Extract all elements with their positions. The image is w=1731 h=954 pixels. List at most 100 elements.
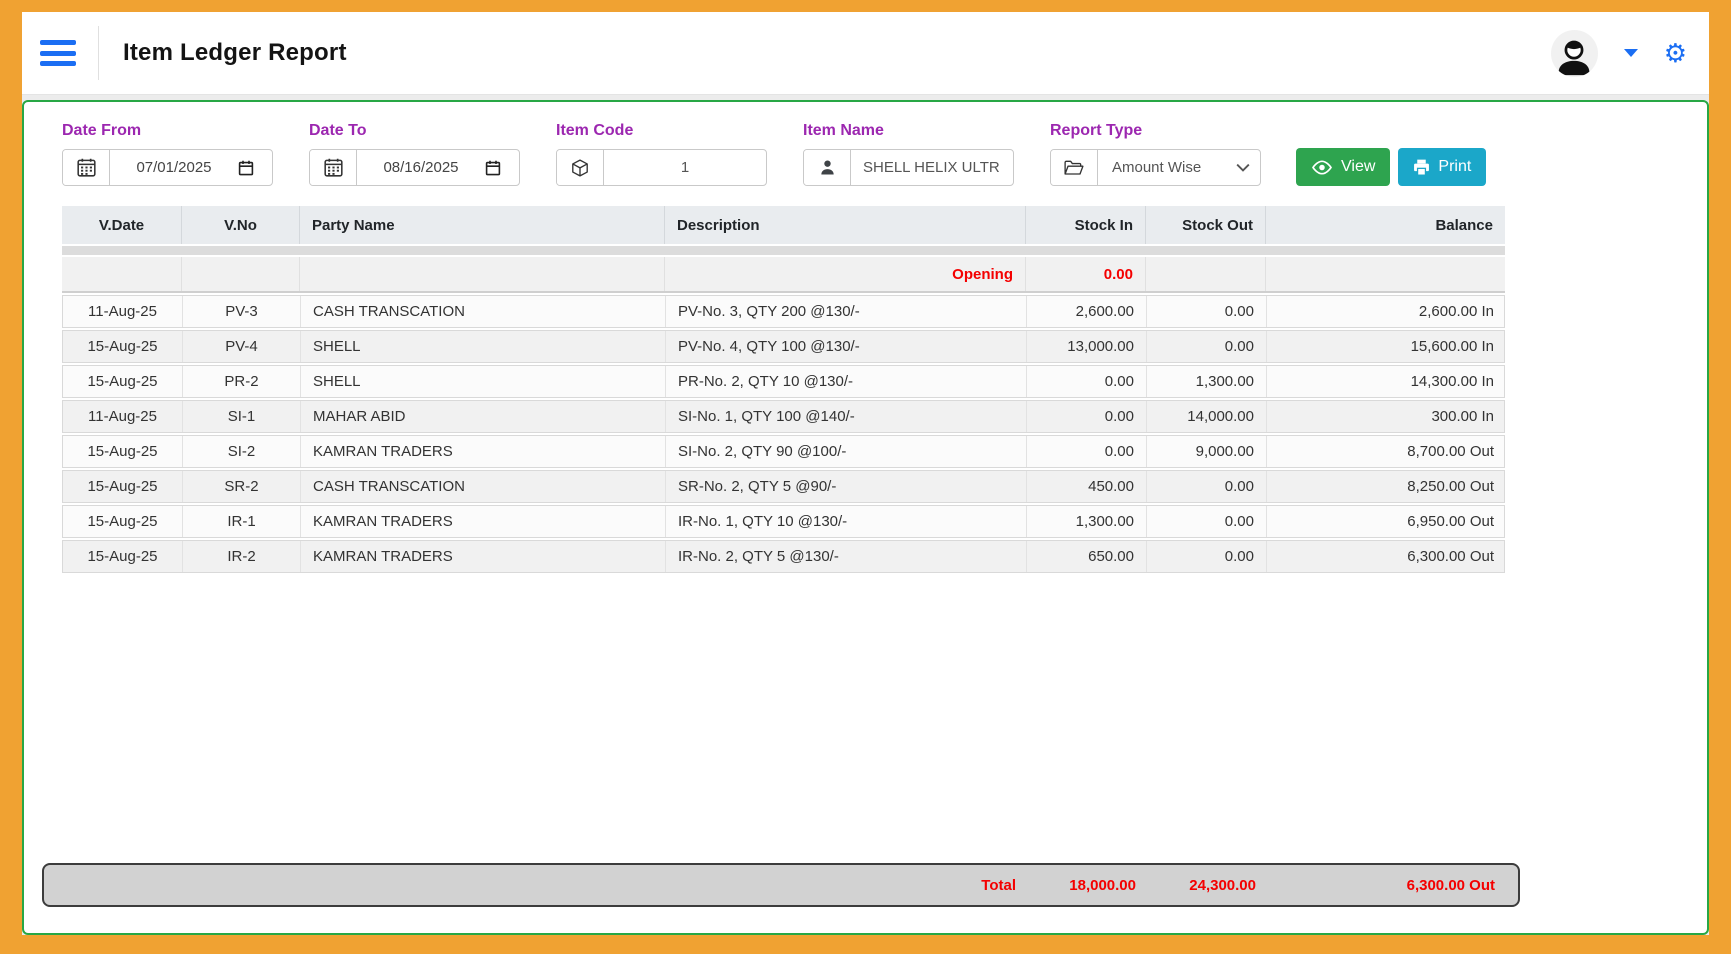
opening-label: Opening bbox=[665, 257, 1026, 291]
cell-stock-out: 9,000.00 bbox=[1147, 436, 1267, 467]
date-from-input[interactable]: 07/01/2025 bbox=[110, 150, 238, 185]
item-name-input[interactable]: SHELL HELIX ULTR bbox=[851, 150, 1013, 185]
cell-stock-out: 0.00 bbox=[1147, 506, 1267, 537]
view-button[interactable]: View bbox=[1296, 148, 1390, 186]
eye-icon bbox=[1311, 160, 1333, 175]
cell-balance: 6,300.00 Out bbox=[1267, 541, 1506, 572]
col-header-vno: V.No bbox=[182, 206, 300, 244]
report-type-value: Amount Wise bbox=[1112, 159, 1201, 176]
total-label: Total bbox=[667, 877, 1028, 894]
cell-vdate: 15-Aug-25 bbox=[63, 506, 183, 537]
cell-vno: IR-1 bbox=[183, 506, 301, 537]
cell-stock-in: 650.00 bbox=[1027, 541, 1147, 572]
item-code-label: Item Code bbox=[556, 122, 767, 140]
col-header-balance: Balance bbox=[1266, 206, 1505, 244]
cell-desc: PR-No. 2, QTY 10 @130/- bbox=[666, 366, 1027, 397]
ledger-table: V.Date V.No Party Name Description Stock… bbox=[62, 206, 1505, 573]
cell-balance: 14,300.00 In bbox=[1267, 366, 1506, 397]
cell-party: CASH TRANSCATION bbox=[301, 471, 666, 502]
view-button-label: View bbox=[1341, 158, 1375, 176]
table-row: 11-Aug-25 PV-3 CASH TRANSCATION PV-No. 3… bbox=[62, 295, 1505, 328]
table-row: 15-Aug-25 PR-2 SHELL PR-No. 2, QTY 10 @1… bbox=[62, 365, 1505, 398]
settings-gear-icon[interactable]: ⚙ bbox=[1664, 40, 1687, 66]
cell-vdate: 11-Aug-25 bbox=[63, 401, 183, 432]
total-balance: 6,300.00 Out bbox=[1268, 877, 1507, 894]
date-to-group: Date To bbox=[309, 122, 520, 186]
header-divider bbox=[98, 26, 99, 80]
col-header-vdate: V.Date bbox=[62, 206, 182, 244]
table-row: 11-Aug-25 SI-1 MAHAR ABID SI-No. 1, QTY … bbox=[62, 400, 1505, 433]
item-code-group: Item Code 1 bbox=[556, 122, 767, 186]
cell-vno: PR-2 bbox=[183, 366, 301, 397]
table-row: 15-Aug-25 SI-2 KAMRAN TRADERS SI-No. 2, … bbox=[62, 435, 1505, 468]
app-window: Item Ledger Report ⚙ Date From bbox=[22, 12, 1709, 935]
item-code-input[interactable]: 1 bbox=[604, 150, 766, 185]
col-header-party: Party Name bbox=[300, 206, 665, 244]
date-picker-icon[interactable] bbox=[485, 150, 519, 185]
page-frame: Item Ledger Report ⚙ Date From bbox=[0, 0, 1731, 954]
printer-icon bbox=[1413, 159, 1430, 176]
print-button-label: Print bbox=[1438, 158, 1471, 176]
cell-vdate: 15-Aug-25 bbox=[63, 331, 183, 362]
item-name-label: Item Name bbox=[803, 122, 1014, 140]
table-row: 15-Aug-25 IR-2 KAMRAN TRADERS IR-No. 2, … bbox=[62, 540, 1505, 573]
cell-party: KAMRAN TRADERS bbox=[301, 436, 666, 467]
cell-vno: PV-3 bbox=[183, 296, 301, 327]
cell-stock-in: 0.00 bbox=[1027, 436, 1147, 467]
cell-vno: PV-4 bbox=[183, 331, 301, 362]
cell-stock-in: 1,300.00 bbox=[1027, 506, 1147, 537]
cell-vno: SR-2 bbox=[183, 471, 301, 502]
item-name-group: Item Name SHELL HELIX ULTR bbox=[803, 122, 1014, 186]
cell-party: CASH TRANSCATION bbox=[301, 296, 666, 327]
cell-stock-in: 450.00 bbox=[1027, 471, 1147, 502]
cell-party: KAMRAN TRADERS bbox=[301, 541, 666, 572]
date-from-group: Date From bbox=[62, 122, 273, 186]
cell-party: SHELL bbox=[301, 331, 666, 362]
table-header-row: V.Date V.No Party Name Description Stock… bbox=[62, 206, 1505, 244]
date-to-input[interactable]: 08/16/2025 bbox=[357, 150, 485, 185]
opening-stock-in: 0.00 bbox=[1026, 257, 1146, 291]
cell-vdate: 15-Aug-25 bbox=[63, 541, 183, 572]
page-title: Item Ledger Report bbox=[123, 39, 347, 67]
cell-vdate: 15-Aug-25 bbox=[63, 366, 183, 397]
cell-stock-in: 0.00 bbox=[1027, 366, 1147, 397]
hamburger-menu-icon[interactable] bbox=[40, 40, 76, 66]
cell-balance: 8,250.00 Out bbox=[1267, 471, 1506, 502]
cell-balance: 6,950.00 Out bbox=[1267, 506, 1506, 537]
report-type-label: Report Type bbox=[1050, 122, 1261, 140]
report-card: Date From bbox=[22, 100, 1709, 935]
cell-vno: SI-1 bbox=[183, 401, 301, 432]
cell-stock-in: 13,000.00 bbox=[1027, 331, 1147, 362]
cell-desc: SI-No. 1, QTY 100 @140/- bbox=[666, 401, 1027, 432]
cell-vdate: 15-Aug-25 bbox=[63, 471, 183, 502]
cell-stock-out: 0.00 bbox=[1147, 541, 1267, 572]
cell-vno: IR-2 bbox=[183, 541, 301, 572]
person-icon bbox=[804, 150, 851, 185]
cell-vdate: 11-Aug-25 bbox=[63, 296, 183, 327]
cell-balance: 2,600.00 In bbox=[1267, 296, 1506, 327]
report-type-select[interactable]: Amount Wise bbox=[1098, 150, 1260, 185]
cube-icon bbox=[557, 150, 604, 185]
table-row: 15-Aug-25 SR-2 CASH TRANSCATION SR-No. 2… bbox=[62, 470, 1505, 503]
cell-vdate: 15-Aug-25 bbox=[63, 436, 183, 467]
date-picker-icon[interactable] bbox=[238, 150, 272, 185]
filter-bar: Date From bbox=[62, 122, 1707, 186]
date-to-label: Date To bbox=[309, 122, 520, 140]
cell-party: MAHAR ABID bbox=[301, 401, 666, 432]
person-icon bbox=[1552, 33, 1596, 77]
cell-balance: 300.00 In bbox=[1267, 401, 1506, 432]
table-row: 15-Aug-25 PV-4 SHELL PV-No. 4, QTY 100 @… bbox=[62, 330, 1505, 363]
user-avatar[interactable] bbox=[1551, 30, 1598, 77]
total-stock-in: 18,000.00 bbox=[1028, 877, 1148, 894]
col-header-stockin: Stock In bbox=[1026, 206, 1146, 244]
cell-desc: SR-No. 2, QTY 5 @90/- bbox=[666, 471, 1027, 502]
avatar-dropdown-caret-icon[interactable] bbox=[1624, 49, 1638, 57]
report-type-group: Report Type Amount Wise bbox=[1050, 122, 1261, 186]
cell-stock-in: 2,600.00 bbox=[1027, 296, 1147, 327]
cell-balance: 8,700.00 Out bbox=[1267, 436, 1506, 467]
cell-desc: SI-No. 2, QTY 90 @100/- bbox=[666, 436, 1027, 467]
print-button[interactable]: Print bbox=[1398, 148, 1486, 186]
table-body: 11-Aug-25 PV-3 CASH TRANSCATION PV-No. 3… bbox=[62, 295, 1505, 573]
cell-stock-out: 0.00 bbox=[1147, 331, 1267, 362]
total-bar: Total 18,000.00 24,300.00 6,300.00 Out bbox=[42, 863, 1520, 907]
